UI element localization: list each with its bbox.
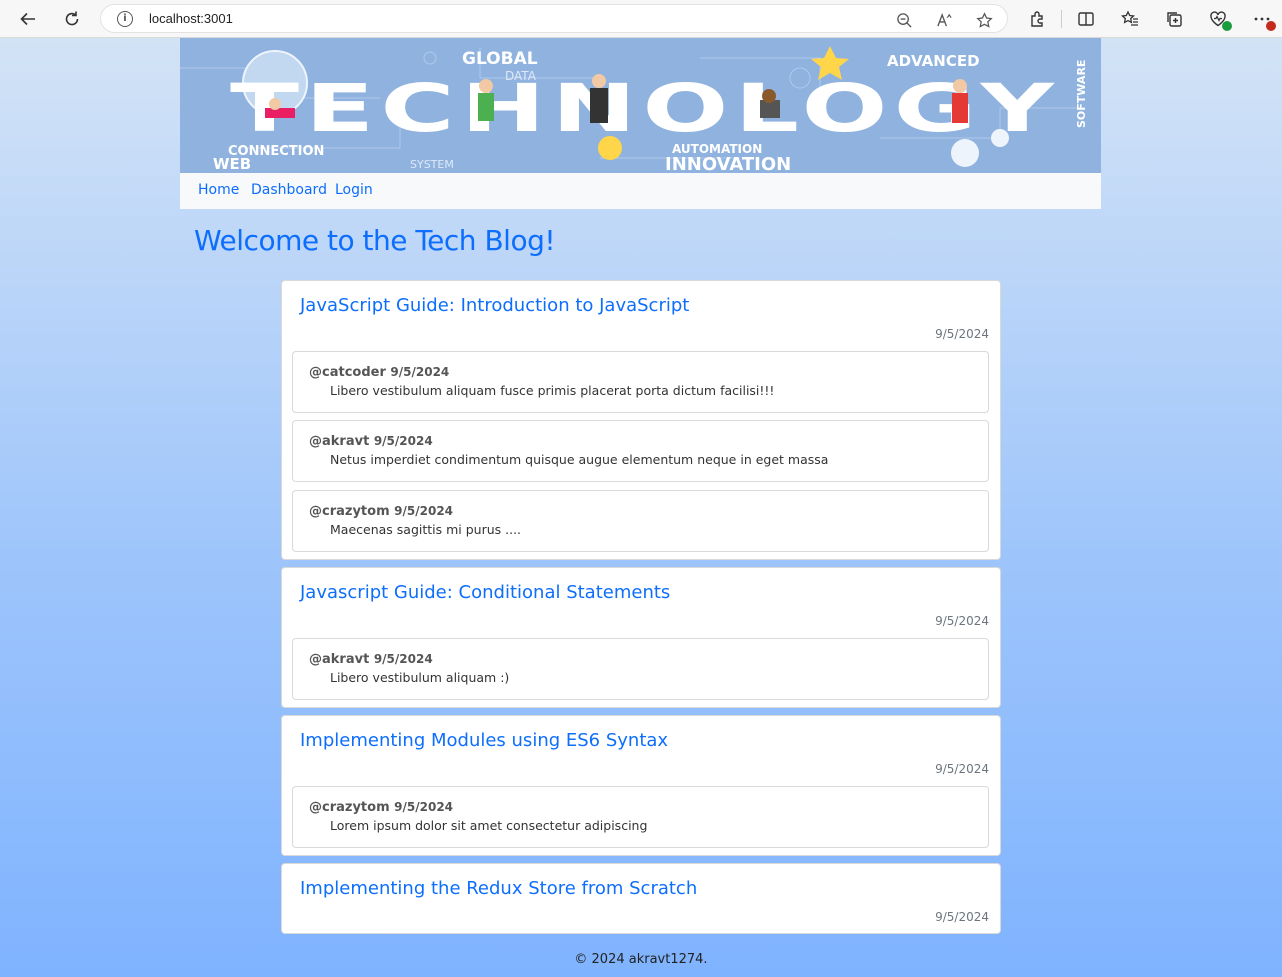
back-icon[interactable] bbox=[13, 4, 43, 34]
svg-text:GLOBAL: GLOBAL bbox=[462, 49, 538, 69]
svg-text:INNOVATION: INNOVATION bbox=[665, 154, 791, 173]
comment-date: 9/5/2024 bbox=[394, 504, 454, 518]
navbar: Home Dashboard Login bbox=[180, 173, 1101, 209]
svg-text:TECHNOLOGY: TECHNOLOGY bbox=[230, 70, 1060, 147]
comment-item: @crazytom 9/5/2024 Maecenas sagittis mi … bbox=[292, 490, 989, 552]
page-body: GLOBAL DATA ADVANCED TECHNOLOGY SOFTWARE… bbox=[0, 38, 1282, 977]
nav-link-login[interactable]: Login bbox=[335, 182, 373, 198]
favorites-icon[interactable] bbox=[1115, 4, 1145, 34]
comment-author: @akravt 9/5/2024 bbox=[309, 652, 433, 667]
comment-item: @akravt 9/5/2024 Netus imperdiet condime… bbox=[292, 420, 989, 482]
zoom-out-icon[interactable] bbox=[894, 10, 914, 30]
page-title: Welcome to the Tech Blog! bbox=[194, 224, 556, 257]
comment-text: Libero vestibulum aliquam :) bbox=[330, 670, 510, 685]
comment-author: @crazytom 9/5/2024 bbox=[309, 800, 454, 815]
post-card: Implementing the Redux Store from Scratc… bbox=[281, 863, 1001, 934]
notification-badge bbox=[1266, 21, 1276, 31]
comment-date: 9/5/2024 bbox=[394, 800, 454, 814]
nav-link-dashboard[interactable]: Dashboard bbox=[251, 182, 327, 198]
comment-text: Netus imperdiet condimentum quisque augu… bbox=[330, 452, 829, 467]
comment-text: Maecenas sagittis mi purus .... bbox=[330, 522, 522, 537]
comment-date: 9/5/2024 bbox=[373, 434, 433, 448]
comment-date: 9/5/2024 bbox=[373, 652, 433, 666]
post-card: Implementing Modules using ES6 Syntax 9/… bbox=[281, 715, 1001, 856]
svg-text:SYSTEM: SYSTEM bbox=[410, 158, 454, 171]
favorite-star-icon[interactable] bbox=[974, 10, 994, 30]
browser-essentials-icon[interactable] bbox=[1203, 4, 1233, 34]
extensions-icon[interactable] bbox=[1022, 4, 1052, 34]
svg-text:SOFTWARE: SOFTWARE bbox=[1075, 60, 1088, 128]
post-date: 9/5/2024 bbox=[935, 910, 989, 924]
post-title-link[interactable]: Implementing the Redux Store from Scratc… bbox=[300, 878, 697, 899]
read-aloud-icon[interactable] bbox=[934, 10, 954, 30]
post-date: 9/5/2024 bbox=[935, 762, 989, 776]
info-icon[interactable]: i bbox=[117, 11, 133, 27]
post-title-link[interactable]: Implementing Modules using ES6 Syntax bbox=[300, 730, 668, 751]
comment-item: @catcoder 9/5/2024 Libero vestibulum ali… bbox=[292, 351, 989, 413]
svg-text:WEB: WEB bbox=[213, 155, 251, 173]
comment-item: @crazytom 9/5/2024 Lorem ipsum dolor sit… bbox=[292, 786, 989, 848]
post-date: 9/5/2024 bbox=[935, 614, 989, 628]
svg-text:ADVANCED: ADVANCED bbox=[887, 52, 980, 70]
post-title-link[interactable]: Javascript Guide: Conditional Statements bbox=[300, 582, 670, 603]
header-banner-image: GLOBAL DATA ADVANCED TECHNOLOGY SOFTWARE… bbox=[180, 38, 1101, 173]
collections-icon[interactable] bbox=[1159, 4, 1189, 34]
settings-more-icon[interactable] bbox=[1247, 4, 1277, 34]
comment-text: Libero vestibulum aliquam fusce primis p… bbox=[330, 383, 775, 398]
footer-copyright: © 2024 akravt1274. bbox=[574, 952, 708, 967]
comment-item: @akravt 9/5/2024 Libero vestibulum aliqu… bbox=[292, 638, 989, 700]
post-card: Javascript Guide: Conditional Statements… bbox=[281, 567, 1001, 708]
refresh-icon[interactable] bbox=[57, 4, 87, 34]
nav-link-home[interactable]: Home bbox=[198, 182, 239, 198]
comment-date: 9/5/2024 bbox=[390, 365, 450, 379]
comment-author: @catcoder 9/5/2024 bbox=[309, 365, 450, 380]
comment-author: @crazytom 9/5/2024 bbox=[309, 504, 454, 519]
status-ok-badge bbox=[1222, 21, 1232, 31]
post-title-link[interactable]: JavaScript Guide: Introduction to JavaSc… bbox=[300, 295, 689, 316]
comment-text: Lorem ipsum dolor sit amet consectetur a… bbox=[330, 818, 648, 833]
address-bar[interactable]: i localhost:3001 bbox=[100, 4, 1008, 33]
browser-toolbar: i localhost:3001 bbox=[0, 0, 1282, 38]
toolbar-divider bbox=[1061, 10, 1062, 28]
comment-author: @akravt 9/5/2024 bbox=[309, 434, 433, 449]
split-screen-icon[interactable] bbox=[1071, 4, 1101, 34]
post-date: 9/5/2024 bbox=[935, 327, 989, 341]
address-url[interactable]: localhost:3001 bbox=[149, 11, 233, 26]
post-card: JavaScript Guide: Introduction to JavaSc… bbox=[281, 280, 1001, 560]
